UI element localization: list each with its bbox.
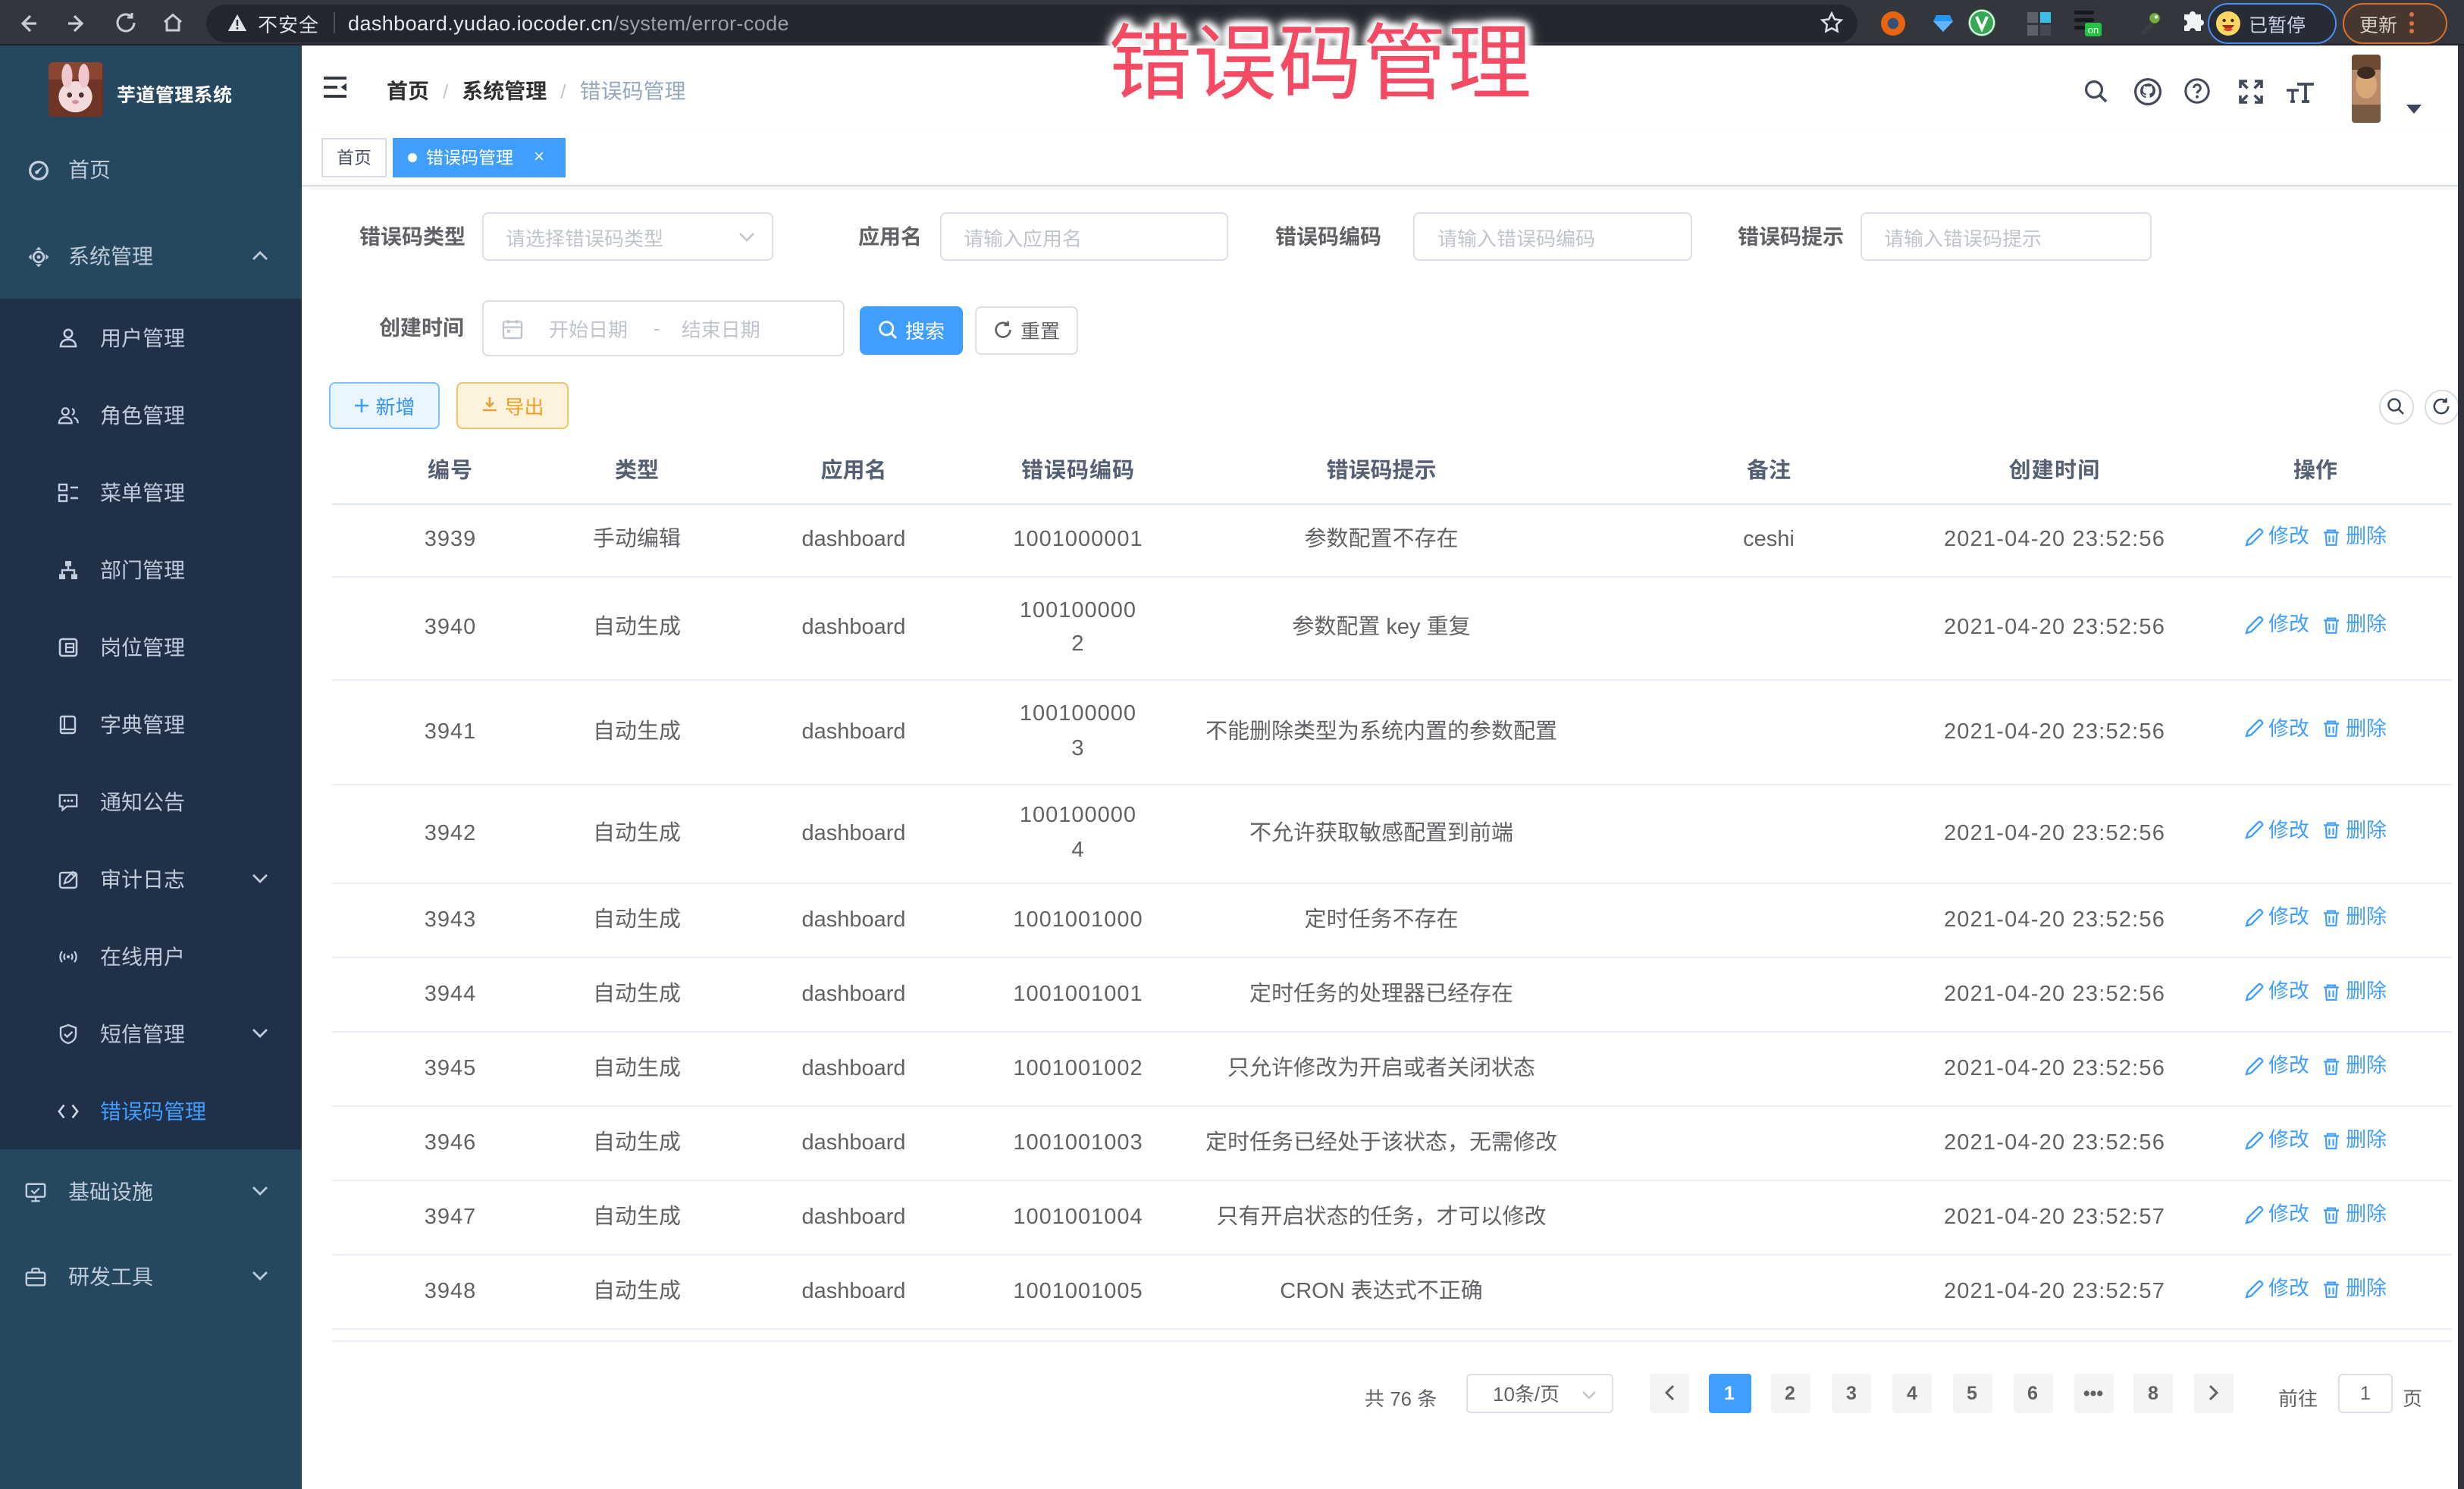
svg-text:on: on bbox=[2088, 24, 2099, 36]
